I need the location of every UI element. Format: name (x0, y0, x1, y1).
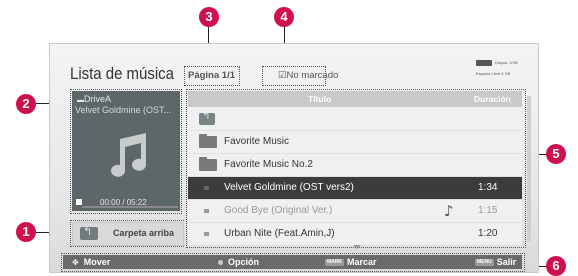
drive-icon: ▬ (77, 97, 84, 104)
item-duration: 1:34 (478, 182, 498, 193)
exit-label: Salir (496, 257, 517, 267)
option-hint[interactable]: Opción (218, 257, 259, 267)
file-icon (204, 232, 209, 236)
up-folder-icon (199, 111, 215, 125)
checkbox-icon: ☑ (278, 70, 287, 81)
now-playing-preview: ▬DriveA Velvet Goldmine (OST... 00:00 / … (72, 91, 180, 211)
usb-device-indicator: Dispos. USB Espacio Libre 4 GB (476, 58, 524, 88)
item-duration: 1:15 (478, 205, 498, 216)
callout-3: 3 (199, 7, 219, 27)
stop-icon[interactable] (76, 199, 82, 205)
up-folder-button[interactable]: Carpeta arriba (72, 222, 184, 246)
list-item[interactable]: Urban Nite (Feat.Amin,J) 1:20 (188, 223, 522, 245)
header-duration: Duración (474, 94, 511, 104)
mark-status-label: No marcado (286, 70, 339, 81)
mark-label: Marcar (347, 257, 377, 267)
scroll-down-icon[interactable] (353, 245, 361, 249)
option-label: Opción (228, 257, 259, 267)
music-note-icon (111, 133, 146, 177)
list-item-up[interactable] (188, 108, 522, 131)
mark-status: ☑No marcado (278, 70, 338, 81)
move-hint[interactable]: ✥ Mover (72, 257, 110, 267)
list-item[interactable]: Favorite Music (188, 131, 522, 154)
item-name: Favorite Music (224, 136, 290, 147)
ok-button-icon (218, 260, 223, 266)
usb-icon (476, 60, 492, 66)
file-icon (204, 209, 209, 213)
menu-key-icon: MENU (475, 259, 494, 267)
preview-song-title: Velvet Goldmine (OST... (75, 105, 172, 115)
playing-note-icon: ♪ (444, 202, 454, 220)
list-item-selected[interactable]: Velvet Goldmine (OST vers2) 1:34 (188, 177, 522, 200)
callout-2: 2 (16, 94, 36, 114)
callout-4: 4 (274, 7, 294, 27)
drive-label: ▬DriveA (77, 94, 112, 104)
callout-5: 5 (546, 144, 566, 164)
playback-progress[interactable] (82, 206, 178, 208)
up-folder-icon (80, 225, 98, 240)
mark-key-icon: MARK (325, 259, 344, 267)
item-name: Velvet Goldmine (OST vers2) (224, 182, 354, 193)
mark-hint[interactable]: MARK Marcar (325, 257, 377, 267)
item-name: Urban Nite (Feat.Amin,J) (224, 228, 335, 239)
exit-hint[interactable]: MENU Salir (475, 257, 516, 267)
list-item[interactable]: Favorite Music No.2 (188, 154, 522, 177)
file-list: Título Duración Favorite Music Favorite … (188, 91, 522, 245)
music-list-screen: Lista de música Página 1/1 ☑No marcado D… (49, 43, 539, 273)
screen-title: Lista de música (70, 64, 174, 83)
list-item[interactable]: Good Bye (Original Ver.) ♪ 1:15 (188, 200, 522, 223)
folder-icon (199, 157, 217, 171)
folder-icon (199, 134, 217, 148)
callout-6: 6 (546, 256, 566, 276)
usb-free-space: Espacio Libre 4 GB (476, 71, 511, 76)
file-icon (204, 186, 209, 190)
item-name: Good Bye (Original Ver.) (224, 205, 333, 216)
bottom-bar: ✥ Mover Opción MARK Marcar MENU Salir (63, 255, 522, 269)
callout-1: 1 (16, 222, 36, 242)
list-scrollbar[interactable] (527, 96, 531, 241)
move-label: Mover (83, 257, 111, 267)
item-name: Favorite Music No.2 (224, 159, 313, 170)
header-title: Título (308, 94, 332, 104)
page-indicator: Página 1/1 (188, 70, 235, 81)
list-header: Título Duración (188, 91, 522, 107)
up-folder-label: Carpeta arriba (113, 228, 175, 238)
usb-label: Dispos. USB (495, 60, 518, 65)
arrows-icon: ✥ (72, 258, 79, 267)
item-duration: 1:20 (478, 228, 498, 239)
